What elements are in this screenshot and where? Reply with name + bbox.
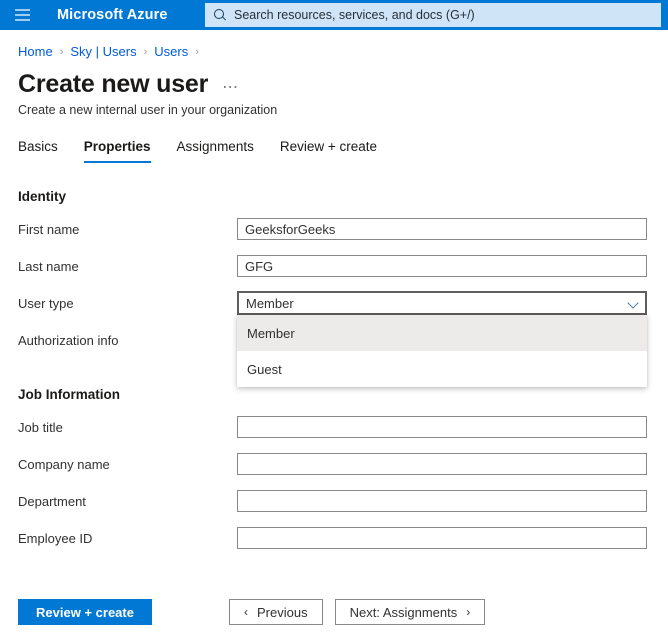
- user-type-selected-value: Member: [246, 295, 294, 311]
- properties-form: Identity First name Last name User type …: [18, 189, 650, 549]
- section-heading-identity: Identity: [18, 189, 67, 204]
- tab-basics[interactable]: Basics: [18, 139, 58, 163]
- field-label-employee-id: Employee ID: [18, 530, 93, 546]
- azure-top-bar: Microsoft Azure Search resources, servic…: [0, 0, 668, 30]
- field-first-name: First name: [18, 218, 650, 240]
- job-title-input[interactable]: [237, 416, 647, 438]
- next-button-label: Next: Assignments: [349, 604, 458, 620]
- field-employee-id: Employee ID: [18, 527, 650, 549]
- department-input[interactable]: [237, 490, 647, 512]
- page-header: Create new user ⋯: [18, 70, 650, 99]
- tab-properties[interactable]: Properties: [83, 139, 151, 163]
- field-label-department: Department: [18, 493, 86, 509]
- breadcrumb-item-sky-users[interactable]: Sky | Users: [70, 44, 136, 59]
- field-company-name: Company name: [18, 453, 650, 475]
- first-name-input[interactable]: [237, 218, 647, 240]
- more-options-icon[interactable]: ⋯: [222, 80, 239, 96]
- chevron-left-icon: ‹: [244, 605, 248, 619]
- dropdown-option-member[interactable]: Member: [237, 315, 647, 351]
- page-body: Home › Sky | Users › Users › Create new …: [0, 44, 668, 549]
- breadcrumb-separator: ›: [143, 45, 148, 58]
- wizard-tabs: Basics Properties Assignments Review + c…: [18, 139, 650, 163]
- next-assignments-button[interactable]: Next: Assignments ›: [334, 599, 486, 625]
- field-label-authorization-info: Authorization info: [18, 332, 119, 348]
- review-create-button[interactable]: Review + create: [18, 599, 152, 625]
- user-type-combobox-wrapper: Member Member Guest: [237, 291, 647, 387]
- global-search-input[interactable]: Search resources, services, and docs (G+…: [205, 3, 661, 27]
- user-type-dropdown-list: Member Guest: [237, 315, 647, 387]
- wizard-nav-buttons: ‹ Previous Next: Assignments ›: [229, 599, 486, 625]
- last-name-input[interactable]: [237, 255, 647, 277]
- azure-brand-title[interactable]: Microsoft Azure: [57, 7, 168, 23]
- tab-assignments[interactable]: Assignments: [177, 139, 254, 163]
- wizard-footer: Review + create ‹ Previous Next: Assignm…: [0, 599, 668, 625]
- hamburger-menu-icon[interactable]: [0, 0, 44, 30]
- tab-review-create[interactable]: Review + create: [280, 139, 377, 163]
- page-subtitle: Create a new internal user in your organ…: [18, 103, 278, 117]
- field-job-title: Job title: [18, 416, 650, 438]
- hamburger-bar: [14, 19, 30, 21]
- search-icon: [214, 8, 227, 22]
- field-department: Department: [18, 490, 650, 512]
- user-type-combobox[interactable]: Member: [237, 291, 647, 315]
- previous-button[interactable]: ‹ Previous: [229, 599, 323, 625]
- breadcrumb-separator: ›: [59, 45, 64, 58]
- company-name-input[interactable]: [237, 453, 647, 475]
- field-label-job-title: Job title: [18, 419, 63, 435]
- field-last-name: Last name: [18, 255, 650, 277]
- breadcrumb-item-home[interactable]: Home: [18, 44, 53, 59]
- previous-button-label: Previous: [257, 604, 308, 620]
- page-title: Create new user: [18, 70, 209, 98]
- section-heading-job-information: Job Information: [18, 387, 120, 402]
- global-search-placeholder: Search resources, services, and docs (G+…: [234, 8, 475, 22]
- field-label-last-name: Last name: [18, 258, 79, 274]
- dropdown-option-guest[interactable]: Guest: [237, 351, 647, 387]
- breadcrumb: Home › Sky | Users › Users ›: [18, 44, 650, 59]
- employee-id-input[interactable]: [237, 527, 647, 549]
- breadcrumb-separator-trailing: ›: [195, 45, 199, 58]
- field-label-user-type: User type: [18, 295, 74, 311]
- field-user-type: User type Member Member Guest: [18, 291, 650, 387]
- chevron-right-icon: ›: [466, 605, 471, 619]
- field-label-company-name: Company name: [18, 456, 110, 472]
- chevron-down-icon[interactable]: [628, 298, 639, 309]
- hamburger-bar: [14, 9, 30, 11]
- hamburger-bar: [14, 14, 30, 16]
- field-label-first-name: First name: [18, 221, 80, 237]
- breadcrumb-item-users[interactable]: Users: [154, 44, 188, 59]
